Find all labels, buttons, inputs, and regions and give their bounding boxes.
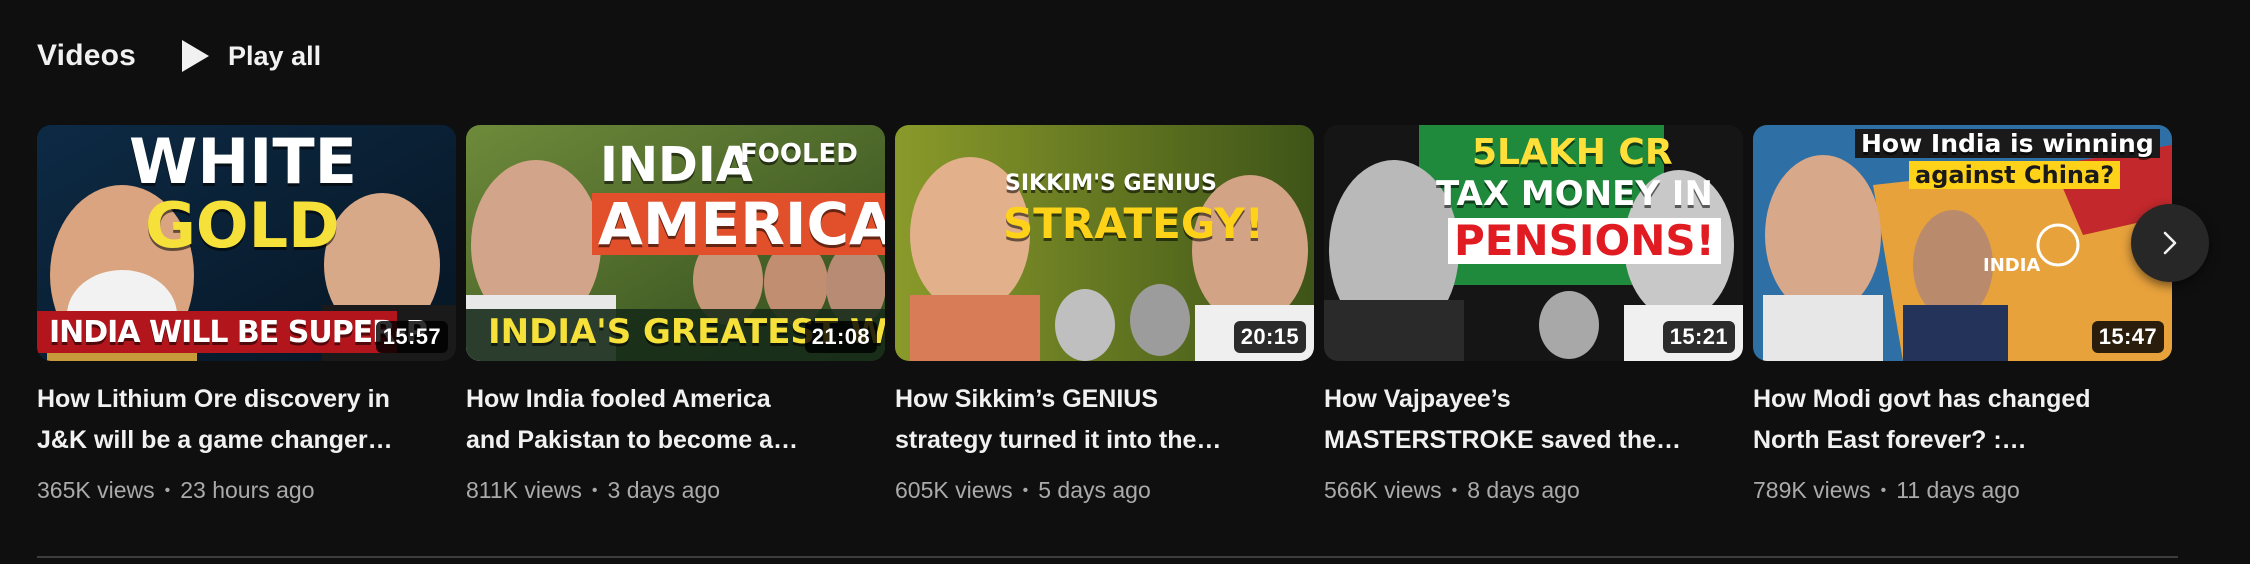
- thumbnail-headline: TAX MONEY IN: [1436, 174, 1713, 214]
- duration-badge: 21:08: [804, 321, 877, 353]
- video-meta: 811K views • 3 days ago: [466, 477, 885, 504]
- video-card[interactable]: INDIA FOOLED AMERICA? INDIA'S GREATEST W…: [466, 125, 885, 504]
- video-meta: 365K views • 23 hours ago: [37, 477, 456, 504]
- video-title-line: MASTERSTROKE saved the…: [1324, 426, 1682, 454]
- thumbnail-headline: STRATEGY!: [1003, 199, 1264, 248]
- thumbnail-headline: INDIA: [1983, 255, 2041, 276]
- view-count: 566K views: [1324, 477, 1442, 503]
- play-icon: [182, 40, 210, 72]
- upload-age: 5 days ago: [1038, 477, 1151, 503]
- video-meta: 566K views • 8 days ago: [1324, 477, 1743, 504]
- shelf-divider: [37, 556, 2178, 558]
- upload-age: 11 days ago: [1896, 477, 2020, 503]
- video-title-line: North East forever? :…: [1753, 426, 2027, 454]
- video-meta: 605K views • 5 days ago: [895, 477, 1314, 504]
- view-count: 811K views: [466, 477, 582, 503]
- video-thumbnail[interactable]: SIKKIM'S GENIUS STRATEGY! 20:15: [895, 125, 1314, 361]
- video-title-line: How India fooled America: [466, 385, 771, 413]
- separator-dot: •: [1022, 481, 1029, 499]
- next-button[interactable]: [2131, 204, 2209, 282]
- thumbnail-headline: PENSIONS!: [1448, 218, 1721, 264]
- shelf-header: Videos Play all: [37, 30, 321, 82]
- video-title[interactable]: How Modi govt has changed North East for…: [1753, 379, 2168, 461]
- thumbnail-headline: How India is winning: [1855, 129, 2160, 158]
- thumbnail-headline: INDIA WILL BE SUPER-P: [49, 315, 428, 350]
- video-title-line: strategy turned it into the…: [895, 426, 1222, 454]
- video-card[interactable]: How India is winning against China? INDI…: [1753, 125, 2172, 504]
- view-count: 789K views: [1753, 477, 1871, 503]
- view-count: 605K views: [895, 477, 1013, 503]
- upload-age: 23 hours ago: [180, 477, 315, 503]
- video-title-line: How Vajpayee’s: [1324, 385, 1511, 413]
- thumbnail-headline: WHITE: [129, 125, 357, 198]
- separator-dot: •: [1880, 481, 1887, 499]
- video-title[interactable]: How Sikkim’s GENIUS strategy turned it i…: [895, 379, 1310, 461]
- video-title[interactable]: How Lithium Ore discovery in J&K will be…: [37, 379, 452, 461]
- duration-badge: 15:21: [1662, 321, 1735, 353]
- video-thumbnail[interactable]: INDIA FOOLED AMERICA? INDIA'S GREATEST W…: [466, 125, 885, 361]
- chevron-right-icon: [2163, 231, 2177, 255]
- separator-dot: •: [164, 481, 171, 499]
- thumbnail-headline: FOOLED: [740, 139, 858, 169]
- video-title-line: How Modi govt has changed: [1753, 385, 2091, 413]
- video-card[interactable]: 5LAKH CR TAX MONEY IN PENSIONS! 15:21 Ho…: [1324, 125, 1743, 504]
- shelf-title[interactable]: Videos: [37, 39, 136, 73]
- upload-age: 8 days ago: [1467, 477, 1580, 503]
- thumbnail-headline: SIKKIM'S GENIUS: [1005, 171, 1217, 196]
- thumbnail-headline: AMERICA?: [592, 193, 885, 255]
- view-count: 365K views: [37, 477, 155, 503]
- video-title-line: J&K will be a game changer…: [37, 426, 393, 454]
- video-title-line: How Sikkim’s GENIUS: [895, 385, 1159, 413]
- duration-badge: 15:47: [2091, 321, 2164, 353]
- video-thumbnail[interactable]: 5LAKH CR TAX MONEY IN PENSIONS! 15:21: [1324, 125, 1743, 361]
- separator-dot: •: [591, 481, 598, 499]
- video-title-line: and Pakistan to become a…: [466, 426, 799, 454]
- video-thumbnail[interactable]: WHITE GOLD INDIA WILL BE SUPER-P 15:57: [37, 125, 456, 361]
- video-meta: 789K views • 11 days ago: [1753, 477, 2172, 504]
- thumbnail-headline: GOLD: [145, 189, 340, 262]
- play-all-button[interactable]: Play all: [180, 39, 321, 73]
- video-card[interactable]: SIKKIM'S GENIUS STRATEGY! 20:15 How Sikk…: [895, 125, 1314, 504]
- duration-badge: 15:57: [375, 321, 448, 353]
- thumbnail-headline: against China?: [1909, 161, 2121, 189]
- video-title[interactable]: How India fooled America and Pakistan to…: [466, 379, 881, 461]
- separator-dot: •: [1451, 481, 1458, 499]
- video-card[interactable]: WHITE GOLD INDIA WILL BE SUPER-P 15:57 H…: [37, 125, 456, 504]
- video-title-line: How Lithium Ore discovery in: [37, 385, 390, 413]
- video-row: WHITE GOLD INDIA WILL BE SUPER-P 15:57 H…: [37, 125, 2172, 504]
- video-thumbnail[interactable]: How India is winning against China? INDI…: [1753, 125, 2172, 361]
- video-title[interactable]: How Vajpayee’s MASTERSTROKE saved the…: [1324, 379, 1739, 461]
- thumbnail-headline: 5LAKH CR: [1472, 132, 1673, 173]
- upload-age: 3 days ago: [607, 477, 721, 503]
- duration-badge: 20:15: [1233, 321, 1306, 353]
- play-all-label: Play all: [228, 40, 322, 71]
- thumbnail-headline: INDIA: [600, 137, 753, 193]
